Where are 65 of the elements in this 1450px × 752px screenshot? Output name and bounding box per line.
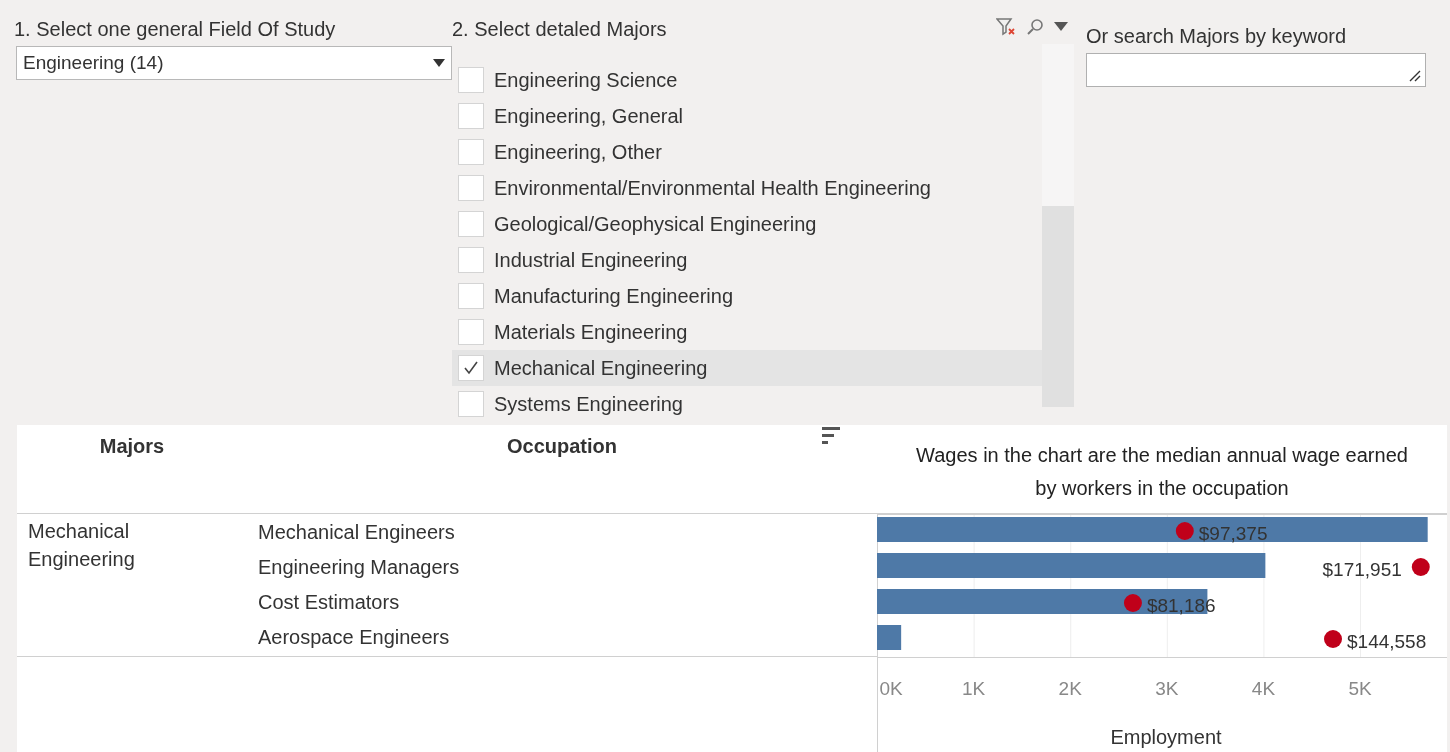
axis-tick-label: 0K [879,678,903,699]
table-cell-text: Engineering Managers [258,555,460,580]
checkbox[interactable] [458,175,484,201]
axis-tick-label: 5K [1348,678,1372,699]
checkbox[interactable] [458,391,484,417]
chart-title: Wages in the chart are the median annual wage earned by workers in the occupation [915,443,1409,501]
checkbox-row[interactable]: Engineering, Other [452,134,1042,170]
checkbox-label: Environmental/Environmental Health Engineering [494,176,931,201]
filter-title: 2. Select detaled Majors [452,17,667,42]
checkbox[interactable] [458,139,484,165]
checkbox-row[interactable]: Engineering Science [452,62,1042,98]
wage-dot [1411,558,1430,576]
filter-title: 1. Select one general Field Of Study [14,17,337,42]
table-cell-text: Aerospace Engineers [258,625,451,650]
wage-label: $171,951 [1322,559,1402,580]
clear-filter-icon[interactable] [996,18,1016,36]
checkbox-label: Engineering Science [494,68,678,93]
checkbox-row[interactable]: Industrial Engineering [452,242,1042,278]
checkbox[interactable] [458,103,484,129]
checkbox-row[interactable]: Systems Engineering [452,386,1042,422]
field-dropdown[interactable]: Engineering (14) [16,46,452,80]
wage-dot [1123,594,1142,612]
checkbox[interactable] [458,247,484,273]
checkbox[interactable] [458,319,484,345]
checkbox-label: Materials Engineering [494,320,688,345]
checkbox-row[interactable]: Materials Engineering [452,314,1042,350]
resize-handle-icon [1409,70,1421,82]
checkbox-label: Engineering, Other [494,140,662,165]
checkbox-row[interactable]: Engineering, General [452,98,1042,134]
caret-icon[interactable] [1054,22,1068,32]
axis-tick-label: 2K [1058,678,1082,699]
checkbox-label: Mechanical Engineering [494,356,708,381]
table-cell-text: Cost Estimators [258,590,401,615]
caret-icon [433,59,445,67]
keyword-input[interactable] [1086,53,1426,87]
axis-tick-label: 3K [1155,678,1179,699]
checkbox-label: Industrial Engineering [494,248,688,273]
table-cell-text: Mechanical Engineers [258,520,456,545]
checkbox-label: Systems Engineering [494,392,683,417]
checkbox[interactable] [458,355,484,381]
wage-dot [1175,522,1194,540]
checkbox-row[interactable]: Manufacturing Engineering [452,278,1042,314]
checkbox-row[interactable]: Mechanical Engineering [452,350,1042,386]
checkbox-row[interactable]: Geological/Geophysical Engineering [452,206,1042,242]
column-header: Majors [99,434,165,457]
checkbox[interactable] [458,67,484,93]
bar [877,625,902,650]
checkbox[interactable] [458,283,484,309]
checkbox-label: Geological/Geophysical Engineering [494,212,817,237]
search-icon[interactable] [1026,18,1044,36]
check-icon [463,360,479,376]
axis-tick-label: 4K [1251,678,1276,699]
axis-tick-label: 1K [962,678,986,699]
sort-icon[interactable] [822,427,840,447]
wage-label: $144,558 [1347,631,1427,652]
checkbox-label: Manufacturing Engineering [494,284,734,309]
wage-dot [1324,630,1342,648]
wage-label: $97,375 [1198,523,1268,544]
checkbox[interactable] [458,211,484,237]
search-title: Or search Majors by keyword [1086,24,1348,49]
table-cell-text: Mechanical Engineering [28,519,136,572]
checkbox-label: Engineering, General [494,104,683,129]
axis-title: Employment [1110,726,1222,748]
checkbox-row[interactable]: Environmental/Environmental Health Engineering [452,170,1042,206]
column-header: Occupation [507,434,617,457]
